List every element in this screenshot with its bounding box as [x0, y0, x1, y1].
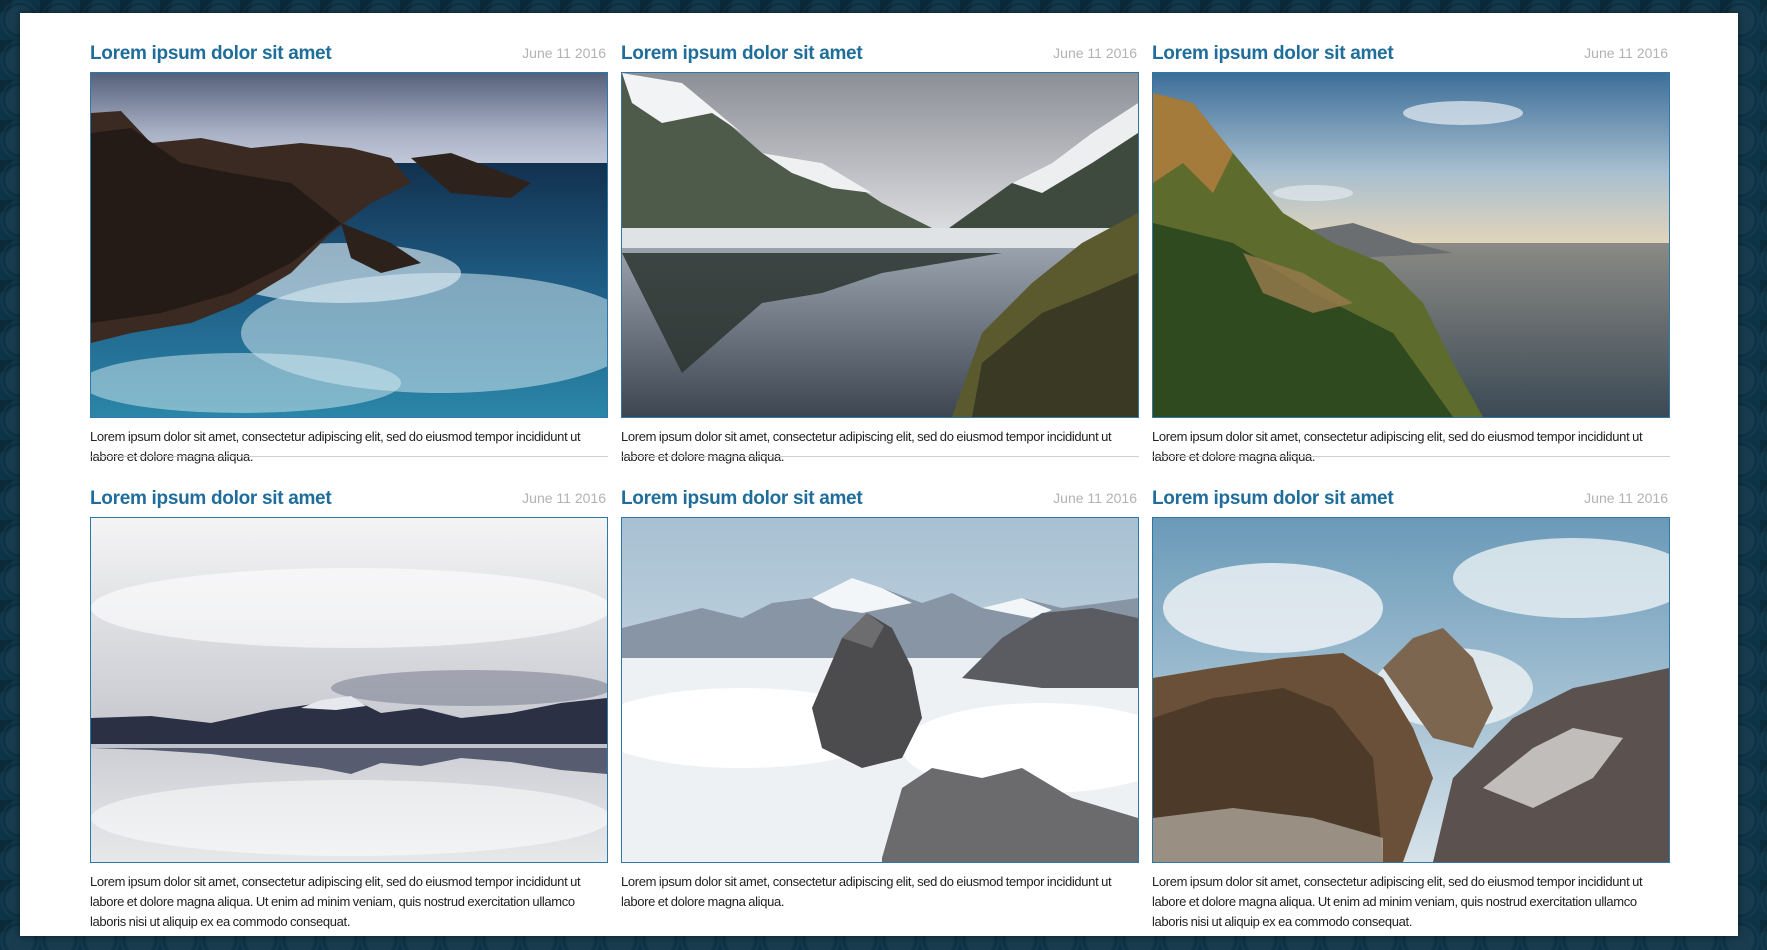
rocky-coast-waves-image — [91, 73, 607, 417]
post-divider — [1152, 456, 1670, 457]
post-excerpt: Lorem ipsum dolor sit amet, consectetur … — [621, 429, 1112, 464]
coastal-cliff-sunset-image — [1153, 73, 1669, 417]
post-header: Lorem ipsum dolor sit amet June 11 2016 — [621, 475, 1139, 517]
post-header: Lorem ipsum dolor sit amet June 11 2016 — [621, 30, 1139, 72]
post-card: Lorem ipsum dolor sit amet June 11 2016 — [90, 475, 608, 932]
post-title-link[interactable]: Lorem ipsum dolor sit amet — [621, 488, 863, 510]
post-card: Lorem ipsum dolor sit amet June 11 2016 — [621, 30, 1139, 467]
post-title-link[interactable]: Lorem ipsum dolor sit amet — [1152, 43, 1394, 65]
post-image-link[interactable] — [90, 72, 608, 418]
post-card: Lorem ipsum dolor sit amet June 11 2016 — [621, 475, 1139, 912]
post-divider — [90, 456, 608, 457]
post-excerpt: Lorem ipsum dolor sit amet, consectetur … — [90, 429, 581, 464]
post-excerpt: Lorem ipsum dolor sit amet, consectetur … — [621, 874, 1112, 909]
post-image-link[interactable] — [621, 72, 1139, 418]
post-date: June 11 2016 — [522, 490, 606, 506]
post-excerpt: Lorem ipsum dolor sit amet, consectetur … — [1152, 429, 1643, 464]
post-image-link[interactable] — [1152, 517, 1670, 863]
misty-rocky-mountains-image — [1153, 518, 1669, 862]
post-card: Lorem ipsum dolor sit amet June 11 2016 — [90, 30, 608, 467]
post-image-link[interactable] — [90, 517, 608, 863]
post-header: Lorem ipsum dolor sit amet June 11 2016 — [1152, 30, 1670, 72]
peaks-above-clouds-image — [622, 518, 1138, 862]
post-title-link[interactable]: Lorem ipsum dolor sit amet — [1152, 488, 1394, 510]
post-excerpt: Lorem ipsum dolor sit amet, consectetur … — [1152, 874, 1643, 929]
post-header: Lorem ipsum dolor sit amet June 11 2016 — [1152, 475, 1670, 517]
cloudy-mountain-reflection-image — [91, 518, 607, 862]
post-card: Lorem ipsum dolor sit amet June 11 2016 — [1152, 30, 1670, 467]
page-frame: Lorem ipsum dolor sit amet June 11 2016 — [20, 13, 1738, 936]
post-header: Lorem ipsum dolor sit amet June 11 2016 — [90, 475, 608, 517]
post-card: Lorem ipsum dolor sit amet June 11 2016 — [1152, 475, 1670, 932]
post-excerpt: Lorem ipsum dolor sit amet, consectetur … — [90, 874, 581, 929]
post-title-link[interactable]: Lorem ipsum dolor sit amet — [90, 43, 332, 65]
post-divider — [621, 456, 1139, 457]
mountain-lake-reflection-image — [622, 73, 1138, 417]
post-date: June 11 2016 — [1053, 490, 1137, 506]
post-header: Lorem ipsum dolor sit amet June 11 2016 — [90, 30, 608, 72]
post-title-link[interactable]: Lorem ipsum dolor sit amet — [90, 488, 332, 510]
post-date: June 11 2016 — [1053, 45, 1137, 61]
post-date: June 11 2016 — [1584, 490, 1668, 506]
post-date: June 11 2016 — [1584, 45, 1668, 61]
post-title-link[interactable]: Lorem ipsum dolor sit amet — [621, 43, 863, 65]
post-date: June 11 2016 — [522, 45, 606, 61]
post-image-link[interactable] — [1152, 72, 1670, 418]
post-image-link[interactable] — [621, 517, 1139, 863]
